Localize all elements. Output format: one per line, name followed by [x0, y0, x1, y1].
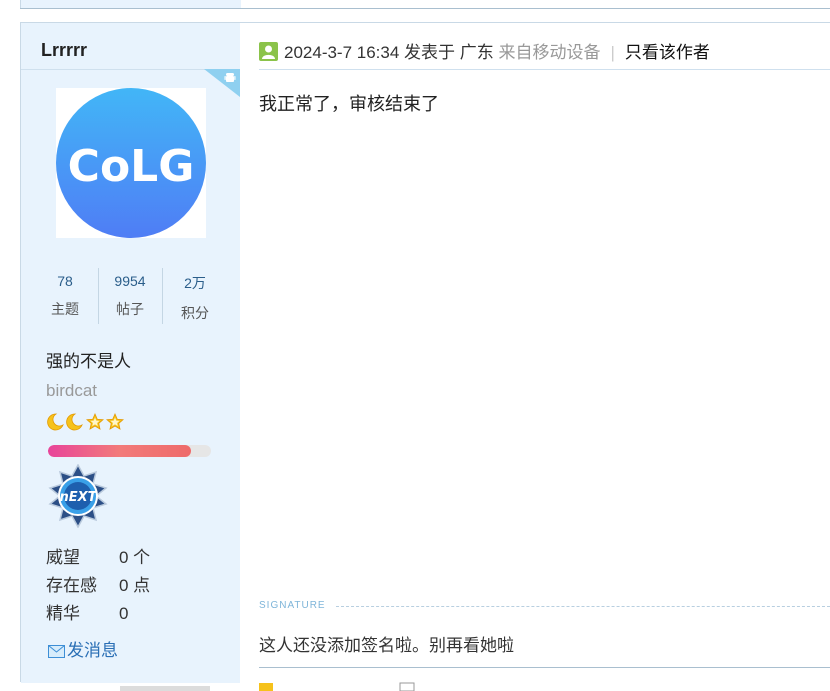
stat-topics-value: 78 [57, 273, 73, 289]
meta-separator: | [610, 43, 615, 62]
from-mobile-label: 来自移动设备 [498, 43, 601, 62]
reply-icon[interactable] [259, 680, 273, 691]
horizontal-scrollbar[interactable] [120, 686, 210, 691]
author-name[interactable]: Lrrrrr [41, 40, 87, 61]
signature-divider [336, 606, 830, 607]
post-timestamp: 2024-3-7 16:34 发表于 广东 [284, 43, 494, 62]
online-user-icon [259, 42, 278, 61]
signature-label: SIGNATURE [259, 600, 326, 611]
only-author-link[interactable]: 只看该作者 [625, 43, 710, 62]
previous-post-divider [20, 8, 830, 9]
post-header-divider [259, 69, 830, 70]
info-prestige: 威望 0 个 [46, 543, 150, 568]
info-presence: 存在感 0 点 [46, 571, 150, 596]
post-meta: 2024-3-7 16:34 发表于 广东 来自移动设备 | 只看该作者 [259, 38, 710, 64]
info-digest-value: 0 [119, 604, 129, 623]
svg-text:nEXT: nEXT [59, 490, 97, 505]
info-presence-value: 0 点 [119, 576, 151, 595]
level-progress-fill [48, 445, 192, 457]
stat-topics-label: 主题 [51, 301, 79, 317]
signature-text: 这人还没添加签名啦。别再看她啦 [259, 636, 514, 655]
stat-topics[interactable]: 78 主题 [33, 268, 97, 324]
post-bottom-divider [259, 667, 830, 668]
svg-text:CoLG: CoLG [68, 141, 195, 192]
info-prestige-value: 0 个 [119, 548, 151, 567]
previous-post-sidebar [20, 0, 241, 8]
mail-icon [48, 645, 65, 658]
report-icon[interactable] [399, 680, 415, 691]
info-prestige-key: 威望 [46, 548, 80, 567]
user-group-title[interactable]: 强的不是人 [46, 347, 131, 372]
previous-post-edge [0, 0, 830, 9]
stat-posts-label: 帖子 [116, 301, 144, 317]
send-message-label: 发消息 [67, 641, 118, 660]
next-medal-icon[interactable]: nEXT [46, 464, 110, 528]
author-avatar[interactable]: CoLG [56, 88, 206, 238]
stat-points[interactable]: 2万 积分 [163, 268, 227, 324]
stat-points-label: 积分 [181, 305, 209, 321]
stat-posts-value: 9954 [114, 273, 146, 289]
level-stars-icon [47, 412, 124, 431]
android-device-icon [204, 69, 240, 97]
info-digest-key: 精华 [46, 604, 80, 623]
post-content: 我正常了，审核结束了 [259, 94, 439, 114]
info-digest: 精华 0 [46, 599, 128, 624]
custom-title: birdcat [46, 381, 98, 400]
colg-logo-icon: CoLG [56, 88, 206, 238]
level-progress-bar [48, 445, 211, 457]
info-presence-key: 存在感 [46, 576, 97, 595]
stat-posts[interactable]: 9954 帖子 [98, 268, 162, 324]
send-message-link[interactable]: 发消息 [48, 636, 118, 661]
stat-points-value: 2万 [184, 275, 206, 291]
author-stats: 78 主题 9954 帖子 2万 积分 [33, 268, 228, 324]
